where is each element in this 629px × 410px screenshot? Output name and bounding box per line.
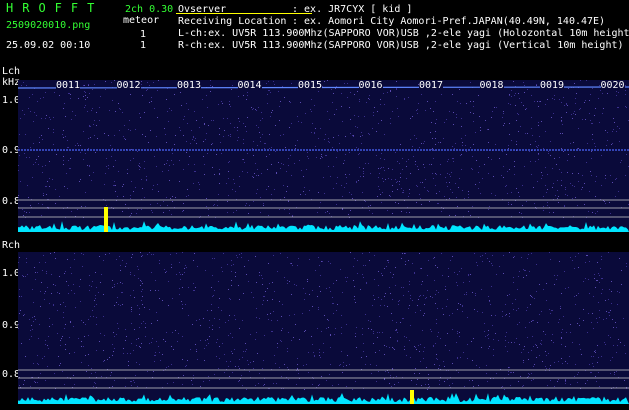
mode-label: 2ch 0.30 — [125, 4, 174, 15]
time-label: 0019 — [540, 80, 565, 91]
meteor-label: meteor — [123, 15, 160, 26]
lch-spectrogram — [18, 80, 629, 232]
location-value: : ex. Aomori City Aomori-Pref.JAPAN(40.4… — [292, 16, 606, 27]
lch-label: Lch — [2, 66, 21, 77]
header-underline — [176, 13, 312, 14]
meteor-count-rch: 1 — [140, 40, 147, 51]
time-label: 0014 — [237, 80, 262, 91]
time-label: 0011 — [56, 80, 81, 91]
rch-spectrogram — [18, 252, 629, 404]
timestamp: 25.09.02 00:10 — [6, 40, 91, 51]
time-label: 0020 — [600, 80, 625, 91]
time-label: 0016 — [358, 80, 383, 91]
lch-spectrogram-canvas — [18, 80, 629, 232]
time-label: 0012 — [116, 80, 141, 91]
time-label: 0015 — [298, 80, 323, 91]
time-label: 0017 — [419, 80, 444, 91]
location-label: Receiving Location — [178, 16, 287, 27]
rch-spectrogram-canvas — [18, 252, 629, 404]
meteor-count-lch: 1 — [140, 29, 147, 40]
time-label: 0013 — [177, 80, 202, 91]
app-brand: HROFFT — [6, 1, 104, 15]
time-label: 0018 — [479, 80, 504, 91]
rch-info: R-ch:ex. UV5R 113.900Mhz(SAPPORO VOR)USB… — [178, 40, 624, 51]
rch-label: Rch — [2, 240, 21, 251]
lch-info: L-ch:ex. UV5R 113.900Mhz(SAPPORO VOR)USB… — [178, 28, 629, 39]
filename-label: 2509020010.png — [6, 20, 91, 31]
